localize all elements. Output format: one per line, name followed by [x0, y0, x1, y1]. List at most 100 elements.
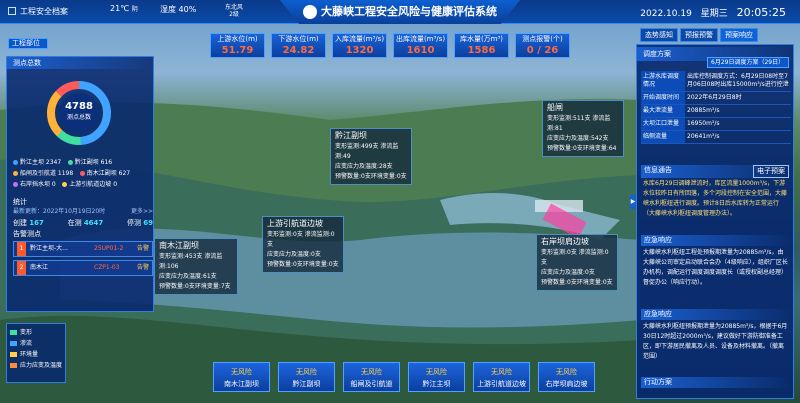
stat-section: 统计 最新更新：2022年10月19日20时 更多>> 创建 167 在测 46…	[13, 197, 153, 229]
legend-label: 船闸及引航道 1198	[20, 170, 74, 177]
table-key: 开始调度时间	[641, 92, 685, 104]
stat-inflow[interactable]: 入库流量(m³/s) 1320	[332, 33, 387, 58]
datetime: 2022.10.19 星期三 20:05:25	[640, 6, 786, 19]
map-legend-item[interactable]: 变形	[10, 327, 62, 338]
nav-shiplock[interactable]: 无风险 船闸及引航道	[343, 362, 400, 392]
tab-forecast[interactable]: 预报预警	[680, 28, 718, 42]
alarm-row[interactable]: 2 南木江 CZP1-03 告警	[13, 260, 153, 276]
risk-status: 无风险	[491, 368, 512, 376]
alarm-list: 1 黔江主坝-大... 25UP01-2 告警 2 南木江 CZP1-03 告警	[13, 241, 153, 279]
project-parts-tab[interactable]: 工程部位	[8, 38, 48, 49]
archive-icon[interactable]	[8, 7, 16, 15]
created-count[interactable]: 创建 167	[13, 217, 44, 229]
map-card-line: 变形监测:0支 渗流监测:0支	[267, 231, 335, 248]
stat-upstream-level[interactable]: 上游水位(m) 51.79	[210, 33, 265, 58]
legend-swatch	[10, 341, 17, 346]
legend-item: 南木江副坝 627	[79, 168, 131, 179]
right-panel: 调度方案 6月29日调度方案（29日） 上游水库调度情况 出库控制调度方式：6月2…	[636, 44, 794, 399]
table-row: 大坝江口泄量 16950m³/s	[641, 118, 791, 131]
map-legend-item[interactable]: 环境量	[10, 349, 62, 360]
table-row: 临侧流量 20641m³/s	[641, 131, 791, 144]
legend-item: 黔江副坝 616	[67, 157, 112, 168]
map-card-qianjiang-aux-dam[interactable]: 黔江副坝 变形监测:499支 渗流监测:49 应变应力及温度:28支 预警数量:…	[330, 128, 412, 185]
total-points: 4788	[65, 101, 93, 112]
map-card-right-bank-slope[interactable]: 右岸坝肩边坡 变形监测:0支 渗流监测:0支 应变应力及温度:0支 预警数量:0…	[536, 234, 618, 291]
info-text: 水库6月29日调峰泄流时，库区流量1000m³/s，下游水位较昨日有所回落，多个…	[643, 180, 788, 217]
point-counts: 创建 167 在测 4647 停测 69	[13, 217, 153, 229]
alarm-tag: 告警	[136, 264, 149, 271]
legend-label: 上游引航道边坡 0	[69, 181, 118, 188]
legend-item: 上游引航道边坡 0	[62, 179, 117, 190]
weekday: 星期三	[700, 9, 728, 19]
system-title: 大藤峡工程安全风险与健康评估系统	[280, 0, 520, 24]
app-name[interactable]: 工程安全档案	[20, 6, 68, 17]
map-card-nanmujiang-aux-dam[interactable]: 南木江副坝 变形监测:453支 渗流监测:106 应变应力及温度:61支 预警数…	[154, 238, 238, 295]
alarm-code: 25UP01-2	[94, 245, 124, 252]
response2-title: 应急响应	[641, 309, 791, 320]
stat-value: 24.82	[282, 45, 315, 56]
nav-label: 右岸坝肩边坡	[545, 380, 588, 388]
response2-text: 大藤峡水利枢纽预报期泄量为20885m³/s，根据于6月30日12时超过2000…	[643, 323, 788, 360]
legend-item: 右岸挡水坝 0	[13, 179, 56, 190]
legend-label: 南木江副坝 627	[86, 170, 131, 177]
more-link[interactable]: 更多>>	[131, 207, 153, 217]
legend-item: 黔江主坝 2347	[13, 157, 61, 168]
map-card-line: 应变应力及温度:0支	[267, 251, 321, 258]
alarm-row[interactable]: 1 黔江主坝-大... 25UP01-2 告警	[13, 241, 153, 257]
tab-situation[interactable]: 态势感知	[640, 28, 678, 42]
stat-label: 上游水位(m)	[217, 35, 258, 43]
map-card-line: 预警数量:0支环境变量:0支	[335, 173, 407, 180]
count-label: 创建	[13, 219, 27, 227]
nav-nanmujiang-aux-dam[interactable]: 无风险 南木江副坝	[213, 362, 270, 392]
stat-label: 下游水位(m)	[278, 35, 319, 43]
map-card-shiplock[interactable]: 船闸 变形监测:511支 渗流监测:81 应变应力及温度:542支 预警数量:0…	[542, 100, 624, 157]
panel-title: 测点总数	[7, 57, 153, 69]
table-key: 临侧流量	[641, 131, 685, 143]
count-label: 在测	[67, 219, 82, 227]
wind-direction: 东北风	[225, 4, 244, 11]
table-value: 出库控制调度方式：6月29日08时至7月06日08时出库15000m³/s进行控…	[687, 73, 789, 88]
stopped-count[interactable]: 停测 69	[127, 217, 153, 229]
stat-value: 0 / 26	[526, 45, 559, 56]
stat-value: 51.79	[221, 45, 254, 56]
alarm-tag: 告警	[136, 245, 149, 252]
risk-status: 无风险	[296, 368, 317, 376]
date: 2022.10.19	[640, 9, 692, 19]
e-plan-button[interactable]: 电子预案	[753, 165, 789, 178]
stat-title: 统计	[13, 198, 27, 206]
legend-item: 船闸及引航道 1198	[13, 168, 73, 179]
top-bar: 工程安全档案 21℃ 阴 湿度 40% 东北风 2级 大藤峡工程安全风险与健康评…	[0, 0, 800, 24]
legend-dot	[67, 160, 73, 165]
tab-response[interactable]: 预案响应	[720, 28, 758, 42]
alarm-index: 2	[17, 261, 26, 275]
plan-select[interactable]: 6月29日调度方案（29日）	[707, 57, 789, 68]
map-legend-item[interactable]: 渗流	[10, 338, 62, 349]
nav-right-bank-slope[interactable]: 无风险 右岸坝肩边坡	[538, 362, 595, 392]
action-title: 行动方案	[641, 377, 791, 388]
map-card-title: 南木江副坝	[159, 241, 199, 250]
nav-upstream-approach-slope[interactable]: 无风险 上游引航道边坡	[473, 362, 530, 392]
table-value: 2022年6月29日8时	[687, 94, 742, 101]
risk-status: 无风险	[426, 368, 447, 376]
nav-qianjiang-aux-dam[interactable]: 无风险 黔江副坝	[278, 362, 335, 392]
alarm-code: CZP1-03	[94, 264, 120, 271]
map-card-line: 应变应力及温度:542支	[547, 135, 609, 142]
legend-label: 环境量	[20, 351, 39, 358]
nav-qianjiang-main-dam[interactable]: 无风险 黔江主坝	[408, 362, 465, 392]
nav-label: 南木江副坝	[224, 380, 259, 388]
stat-storage[interactable]: 库水量(万m³) 1586	[454, 33, 509, 58]
map-legend-item[interactable]: 应力应变及温度	[10, 360, 62, 371]
wind-level: 2级	[229, 11, 239, 18]
online-count[interactable]: 在测 4647	[68, 217, 104, 229]
map-card-upstream-approach-slope[interactable]: 上游引航道边坡 变形监测:0支 渗流监测:0支 应变应力及温度:0支 预警数量:…	[262, 216, 344, 273]
count-value: 4647	[83, 219, 104, 227]
left-panel: 测点总数 4788 测点总数 黔江主坝 2347 黔江副坝 616 船闸及引航道…	[6, 56, 154, 312]
weather-condition: 阴	[131, 6, 138, 13]
stat-alarm-points[interactable]: 测点报警(个) 0 / 26	[515, 33, 570, 58]
stat-downstream-level[interactable]: 下游水位(m) 24.82	[271, 33, 326, 58]
legend-swatch	[10, 352, 17, 357]
stat-outflow[interactable]: 出库流量(m³/s) 1610	[393, 33, 448, 58]
temperature: 21℃	[110, 4, 130, 13]
table-value: 20641m³/s	[687, 133, 720, 140]
table-row: 开始调度时间 2022年6月29日8时	[641, 92, 791, 105]
